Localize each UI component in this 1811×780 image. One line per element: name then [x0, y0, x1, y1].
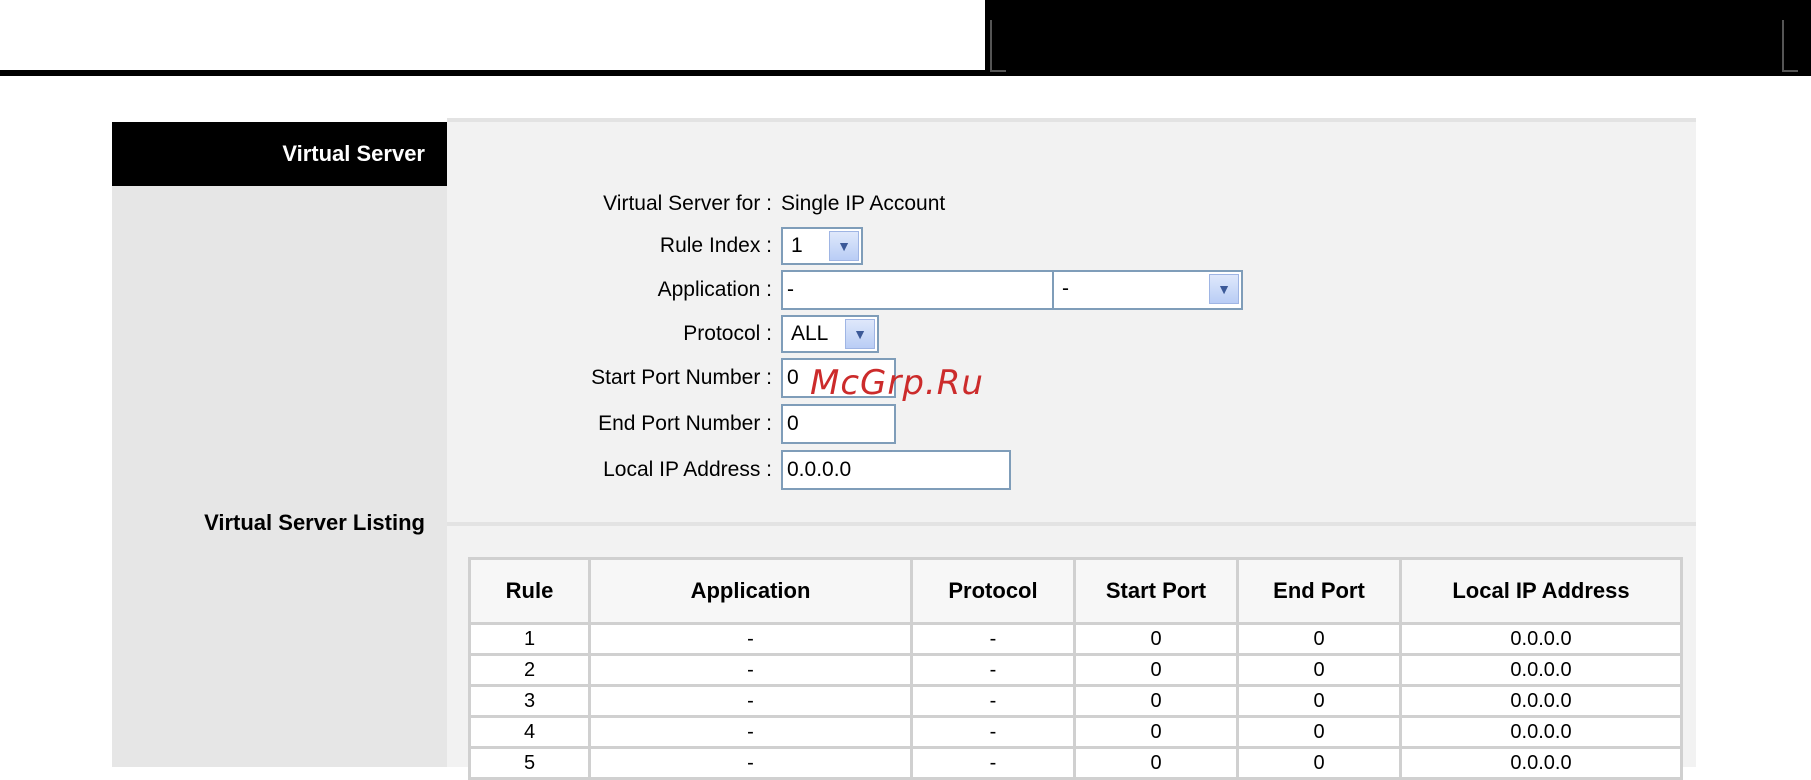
- cell-application: -: [588, 684, 913, 718]
- cell-rule: 5: [468, 746, 591, 780]
- cell-application: -: [588, 653, 913, 687]
- watermark: McGrp.Ru: [810, 363, 984, 403]
- cell-protocol: -: [910, 622, 1076, 656]
- header-local-ip: Local IP Address: [1399, 557, 1683, 625]
- cell-application: -: [588, 715, 913, 749]
- virtual-server-table: Rule Application Protocol Start Port End…: [468, 557, 1683, 780]
- header-rule: Rule: [468, 557, 591, 625]
- cell-protocol: -: [910, 746, 1076, 780]
- protocol-label: Protocol :: [683, 322, 772, 345]
- header-protocol: Protocol: [910, 557, 1076, 625]
- cell-end-port: 0: [1236, 746, 1402, 780]
- cell-start-port: 0: [1073, 622, 1239, 656]
- cell-end-port: 0: [1236, 715, 1402, 749]
- rule-index-label: Rule Index :: [659, 234, 772, 257]
- cell-rule: 4: [468, 715, 591, 749]
- virtual-server-for-value: Single IP Account: [781, 192, 946, 215]
- table-row: 4 - - 0 0 0.0.0.0: [468, 715, 1683, 749]
- cell-local-ip: 0.0.0.0: [1399, 746, 1683, 780]
- cell-end-port: 0: [1236, 622, 1402, 656]
- cell-rule: 2: [468, 653, 591, 687]
- sidebar-title: Virtual Server: [112, 122, 447, 186]
- cell-start-port: 0: [1073, 715, 1239, 749]
- table-row: 5 - - 0 0 0.0.0.0: [468, 746, 1683, 780]
- application-select[interactable]: - ▼: [1052, 270, 1243, 310]
- cell-rule: 1: [468, 622, 591, 656]
- cell-protocol: -: [910, 653, 1076, 687]
- chevron-down-icon[interactable]: ▼: [1209, 274, 1239, 304]
- cell-end-port: 0: [1236, 684, 1402, 718]
- header-corner-mark-left: [990, 20, 1006, 72]
- cell-local-ip: 0.0.0.0: [1399, 653, 1683, 687]
- top-separator: [447, 118, 1696, 122]
- table-row: 1 - - 0 0 0.0.0.0: [468, 622, 1683, 656]
- table-header-row: Rule Application Protocol Start Port End…: [468, 557, 1683, 625]
- cell-local-ip: 0.0.0.0: [1399, 715, 1683, 749]
- local-ip-label: Local IP Address :: [603, 458, 772, 481]
- cell-rule: 3: [468, 684, 591, 718]
- cell-end-port: 0: [1236, 653, 1402, 687]
- protocol-select[interactable]: ALL ▼: [781, 315, 879, 353]
- cell-local-ip: 0.0.0.0: [1399, 684, 1683, 718]
- listing-separator: [447, 522, 1696, 526]
- table-row: 2 - - 0 0 0.0.0.0: [468, 653, 1683, 687]
- local-ip-input[interactable]: 0.0.0.0: [781, 450, 1011, 490]
- end-port-label: End Port Number :: [598, 412, 772, 435]
- cell-start-port: 0: [1073, 684, 1239, 718]
- application-label: Application :: [657, 278, 772, 301]
- chevron-down-icon[interactable]: ▼: [845, 319, 875, 349]
- protocol-selected: ALL: [791, 322, 829, 345]
- cell-protocol: -: [910, 684, 1076, 718]
- application-selected: -: [1062, 277, 1069, 300]
- header-end-port: End Port: [1236, 557, 1402, 625]
- application-input[interactable]: -: [781, 270, 1054, 310]
- header-banner: [985, 0, 1811, 76]
- virtual-server-for-label: Virtual Server for :: [603, 192, 772, 215]
- header-divider: [0, 70, 1000, 76]
- rule-index-selected: 1: [791, 234, 803, 257]
- start-port-label: Start Port Number :: [591, 366, 772, 389]
- end-port-input[interactable]: 0: [781, 404, 896, 444]
- cell-protocol: -: [910, 715, 1076, 749]
- header-start-port: Start Port: [1073, 557, 1239, 625]
- table-row: 3 - - 0 0 0.0.0.0: [468, 684, 1683, 718]
- header-corner-mark-right: [1782, 20, 1798, 72]
- header-application: Application: [588, 557, 913, 625]
- listing-section-label: Virtual Server Listing: [204, 510, 425, 535]
- cell-local-ip: 0.0.0.0: [1399, 622, 1683, 656]
- sidebar-panel: [112, 186, 447, 767]
- cell-application: -: [588, 746, 913, 780]
- cell-start-port: 0: [1073, 653, 1239, 687]
- chevron-down-icon[interactable]: ▼: [829, 231, 859, 261]
- cell-application: -: [588, 622, 913, 656]
- cell-start-port: 0: [1073, 746, 1239, 780]
- rule-index-select[interactable]: 1 ▼: [781, 227, 863, 265]
